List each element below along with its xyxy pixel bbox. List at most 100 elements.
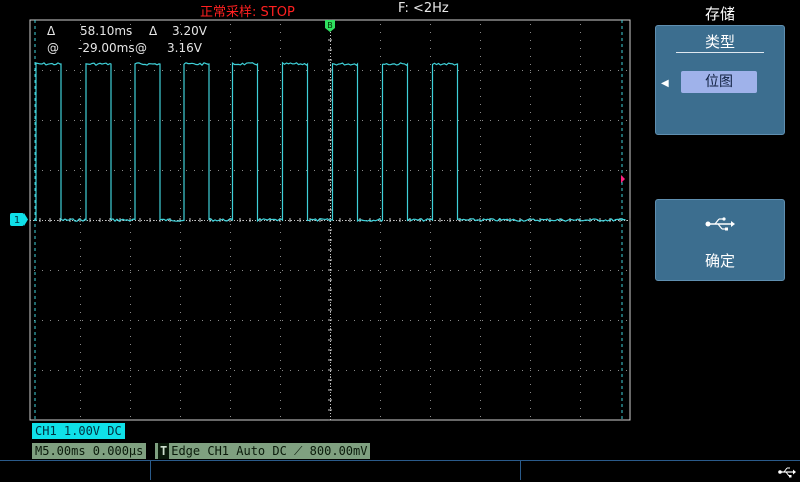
grid-dot: [580, 320, 581, 321]
center-horizontal-dot: [285, 220, 286, 221]
grid-dot: [230, 280, 231, 281]
grid-dot: [230, 272, 231, 273]
grid-dot: [180, 312, 181, 313]
center-vertical-dot: [330, 71, 331, 72]
grid-dot: [322, 320, 323, 321]
grid-dot: [90, 70, 91, 71]
grid-dot: [130, 112, 131, 113]
center-vertical-dot: [330, 242, 331, 243]
center-vertical-dot: [330, 113, 331, 114]
grid-dot: [450, 320, 451, 321]
grid-dot: [570, 370, 571, 371]
grid-dot: [34, 270, 35, 271]
grid-dot: [114, 70, 115, 71]
grid-dot: [298, 270, 299, 271]
grid-dot: [130, 224, 131, 225]
grid-dot: [430, 320, 431, 321]
grid-dot: [430, 32, 431, 33]
grid-dot: [380, 232, 381, 233]
ch1-ground-marker[interactable]: 1: [10, 213, 28, 226]
grid-dot: [180, 368, 181, 369]
center-vertical-dot: [330, 365, 331, 366]
grid-dot: [580, 168, 581, 169]
grid-dot: [522, 320, 523, 321]
grid-dot: [194, 70, 195, 71]
grid-dot: [180, 264, 181, 265]
center-horizontal-dot: [264, 220, 265, 221]
center-vertical-dot: [330, 155, 331, 156]
grid-dot: [430, 344, 431, 345]
grid-dot: [610, 70, 611, 71]
grid-dot: [80, 400, 81, 401]
grid-dot: [530, 232, 531, 233]
grid-dot: [594, 120, 595, 121]
grid-dot: [380, 176, 381, 177]
grid-dot: [280, 120, 281, 121]
grid-dot: [180, 376, 181, 377]
timebase-chip[interactable]: M5.00ms 0.000μs: [32, 443, 147, 459]
trigger-position-marker[interactable]: B: [325, 20, 335, 32]
grid-dot: [580, 176, 581, 177]
grid-dot: [580, 304, 581, 305]
grid-dot: [480, 328, 481, 329]
grid-dot: [230, 248, 231, 249]
grid-dot: [430, 304, 431, 305]
grid-dot: [430, 408, 431, 409]
grid-dot: [410, 170, 411, 171]
delta-v-symbol: Δ: [149, 24, 158, 38]
grid-dot: [586, 270, 587, 271]
center-horizontal-dot: [255, 220, 256, 221]
grid-dot: [554, 370, 555, 371]
type-softkey[interactable]: 类型 ◀ 位图: [655, 25, 785, 135]
ch1-settings-chip[interactable]: CH1 1.00V DC: [32, 423, 125, 439]
trigger-level-marker[interactable]: [621, 175, 625, 183]
grid-dot: [106, 120, 107, 121]
grid-dot: [290, 120, 291, 121]
grid-dot: [530, 96, 531, 97]
confirm-softkey[interactable]: 确定: [655, 199, 785, 281]
grid-dot: [58, 220, 59, 221]
grid-dot: [618, 70, 619, 71]
grid-dot: [180, 408, 181, 409]
grid-dot: [530, 170, 531, 171]
grid-dot: [80, 272, 81, 273]
grid-dot: [210, 170, 211, 171]
grid-dot: [580, 368, 581, 369]
grid-dot: [346, 220, 347, 221]
grid-dot: [226, 270, 227, 271]
grid-dot: [530, 416, 531, 417]
grid-dot: [626, 370, 627, 371]
grid-dot: [298, 70, 299, 71]
grid-dot: [130, 280, 131, 281]
grid-dot: [280, 88, 281, 89]
grid-dot: [410, 120, 411, 121]
grid-dot: [394, 170, 395, 171]
center-vertical-dot: [330, 215, 331, 216]
grid-dot: [234, 120, 235, 121]
grid-dot: [280, 24, 281, 25]
grid-dot: [230, 192, 231, 193]
grid-dot: [480, 64, 481, 65]
grid-dot: [80, 152, 81, 153]
grid-dot: [180, 200, 181, 201]
type-divider: [676, 52, 764, 53]
grid-dot: [346, 170, 347, 171]
grid-dot: [506, 370, 507, 371]
grid-dot: [380, 368, 381, 369]
center-vertical-dot: [330, 176, 331, 177]
grid-dot: [298, 120, 299, 121]
grid-dot: [338, 320, 339, 321]
trigger-settings-chip[interactable]: T Edge CH1 Auto DC ⟋ 800.00mV: [155, 443, 371, 459]
grid-dot: [480, 168, 481, 169]
grid-dot: [410, 320, 411, 321]
grid-dot: [530, 320, 531, 321]
grid-dot: [266, 270, 267, 271]
grid-dot: [480, 80, 481, 81]
grid-dot: [330, 136, 331, 137]
grid-dot: [580, 144, 581, 145]
ch1-marker-label: 1: [14, 215, 20, 226]
center-vertical-dot: [330, 314, 331, 315]
grid-dot: [162, 170, 163, 171]
center-horizontal-dot: [243, 220, 244, 221]
grid-dot: [80, 328, 81, 329]
